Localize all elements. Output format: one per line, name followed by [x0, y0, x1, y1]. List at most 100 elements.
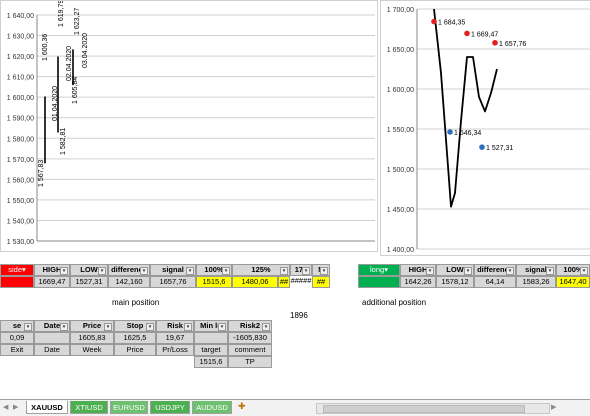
risk-row1-3[interactable]: 1625,5 — [114, 332, 156, 344]
risk-row2-1[interactable]: Date — [34, 344, 70, 356]
add-header-1[interactable]: HIGH ▾ — [400, 264, 436, 276]
add-header-2[interactable]: LOW ▾ — [436, 264, 474, 276]
risk-row1-4[interactable]: 19,67 — [156, 332, 194, 344]
risk-header-0[interactable]: se ▾ — [0, 320, 34, 332]
left-y-tick-label: 1 600,00 — [7, 95, 34, 102]
risk-row1-1[interactable] — [34, 332, 70, 344]
scroll-right-arrow-icon[interactable]: ▶ — [551, 403, 556, 411]
main-header-8[interactable]: N▾ — [312, 264, 330, 276]
filter-dropdown-icon[interactable]: ▾ — [280, 267, 288, 275]
filter-dropdown-icon[interactable]: ▾ — [22, 265, 26, 274]
left-candle-label: 1 600,36 — [42, 34, 49, 61]
risk-row3-6[interactable]: TP — [228, 356, 272, 368]
filter-dropdown-icon[interactable]: ▾ — [186, 267, 194, 275]
risk-row3-5[interactable]: 1515,6 — [194, 356, 228, 368]
tab-eurusd[interactable]: EURUSD — [110, 401, 148, 414]
filter-dropdown-icon[interactable]: ▾ — [24, 323, 32, 331]
filter-dropdown-icon[interactable]: ▾ — [506, 267, 514, 275]
scrollbar-thumb[interactable] — [323, 405, 525, 413]
filter-dropdown-icon[interactable]: ▾ — [426, 267, 434, 275]
risk-row1-0[interactable]: 0,09 — [0, 332, 34, 344]
risk-row2-4[interactable]: Pr/Loss — [156, 344, 194, 356]
filter-dropdown-icon[interactable]: ▾ — [302, 267, 310, 275]
value-1896[interactable]: 1896 — [290, 311, 308, 320]
risk-row1-6[interactable]: -1605,830 — [228, 332, 272, 344]
tab-audusd[interactable]: AUDUSD — [192, 401, 232, 414]
left-candle-label: 1 567,83 — [38, 160, 45, 187]
horizontal-scrollbar[interactable] — [316, 403, 550, 414]
risk-header-1[interactable]: Date ▾ — [34, 320, 70, 332]
left-chart[interactable]: 1 640,00 1 630,00 1 620,00 1 610,00 1 600,00… — [0, 0, 378, 252]
main-value-3[interactable]: 142,160 — [108, 276, 150, 288]
main-value-7[interactable]: ## — [278, 276, 290, 288]
risk-header-6[interactable]: Risk2 ▾ — [228, 320, 272, 332]
filter-dropdown-icon[interactable]: ▾ — [184, 323, 192, 331]
main-value-6[interactable]: 1480,06 — [232, 276, 278, 288]
filter-dropdown-icon[interactable]: ▾ — [546, 267, 554, 275]
add-value-0[interactable] — [358, 276, 400, 288]
main-value-8[interactable]: ##### — [290, 276, 312, 288]
add-value-4[interactable]: 1583,26 — [516, 276, 556, 288]
add-header-5[interactable]: 100% ▾ — [556, 264, 590, 276]
filter-dropdown-icon[interactable]: ▾ — [262, 323, 270, 331]
risk-header-3[interactable]: Stop ▾ — [114, 320, 156, 332]
chart-point-label: 1 669,47 — [471, 31, 498, 38]
risk-row2-0[interactable]: Exit — [0, 344, 34, 356]
tab-scroll-left-icon[interactable]: ◀ — [3, 403, 8, 411]
add-header-4[interactable]: signal ▾ — [516, 264, 556, 276]
right-y-tick-label: 1 500,00 — [387, 167, 414, 174]
add-sheet-icon[interactable]: ✚ — [238, 401, 250, 413]
filter-dropdown-icon[interactable]: ▾ — [222, 267, 230, 275]
risk-row2-6[interactable]: comment — [228, 344, 272, 356]
chart-point-label: 1 657,76 — [499, 41, 526, 48]
filter-dropdown-icon[interactable]: ▾ — [60, 323, 68, 331]
filter-dropdown-icon[interactable]: ▾ — [320, 267, 328, 275]
risk-row2-2[interactable]: Week — [70, 344, 114, 356]
tab-usdjpy[interactable]: USDJPY — [150, 401, 190, 414]
add-value-3[interactable]: 64,14 — [474, 276, 516, 288]
add-header-0[interactable]: long▾ — [358, 264, 400, 276]
main-header-0[interactable]: side▾ — [0, 264, 34, 276]
tab-scroll-right-icon[interactable]: ▶ — [13, 403, 18, 411]
main-header-7[interactable]: 175 ▾ — [290, 264, 312, 276]
filter-dropdown-icon[interactable]: ▾ — [384, 265, 388, 274]
left-candle-label: 1 619,79 — [58, 1, 65, 27]
risk-row1-5[interactable] — [194, 332, 228, 344]
filter-dropdown-icon[interactable]: ▾ — [140, 267, 148, 275]
tab-xauusd[interactable]: XAUUSD — [26, 401, 68, 414]
add-value-2[interactable]: 1578,12 — [436, 276, 474, 288]
risk-row2-3[interactable]: Price — [114, 344, 156, 356]
filter-dropdown-icon[interactable]: ▾ — [60, 267, 68, 275]
filter-dropdown-icon[interactable]: ▾ — [218, 323, 226, 331]
filter-dropdown-icon[interactable]: ▾ — [104, 323, 112, 331]
main-header-5[interactable]: 100% ▾ — [196, 264, 232, 276]
main-header-6[interactable]: 125% ▾ — [232, 264, 290, 276]
add-value-1[interactable]: 1642,26 — [400, 276, 436, 288]
filter-dropdown-icon[interactable]: ▾ — [98, 267, 106, 275]
main-value-5[interactable]: 1515,6 — [196, 276, 232, 288]
filter-dropdown-icon[interactable]: ▾ — [580, 267, 588, 275]
risk-row2-5[interactable]: target — [194, 344, 228, 356]
add-header-3[interactable]: difference ▾ — [474, 264, 516, 276]
tab-xtiusd[interactable]: XTIUSD — [70, 401, 108, 414]
main-header-2[interactable]: LOW ▾ — [70, 264, 108, 276]
left-y-tick-label: 1 540,00 — [7, 218, 34, 225]
right-chart[interactable]: 1 700,00 1 650,00 1 600,00 1 550,00 1 500,00… — [380, 0, 590, 256]
main-header-4[interactable]: signal ▾ — [150, 264, 196, 276]
left-candle-label: 1 582,81 — [60, 128, 67, 155]
main-value-9[interactable]: ## — [312, 276, 330, 288]
main-value-4[interactable]: 1657,76 — [150, 276, 196, 288]
main-value-2[interactable]: 1527,31 — [70, 276, 108, 288]
add-value-5[interactable]: 1647,40 — [556, 276, 590, 288]
risk-header-5[interactable]: Min lo ▾ — [194, 320, 228, 332]
main-header-1[interactable]: HIGH ▾ — [34, 264, 70, 276]
main-value-0[interactable] — [0, 276, 34, 288]
main-header-3[interactable]: difference ▾ — [108, 264, 150, 276]
risk-row1-2[interactable]: 1605,83 — [70, 332, 114, 344]
risk-header-2[interactable]: Price ▾ — [70, 320, 114, 332]
filter-dropdown-icon[interactable]: ▾ — [464, 267, 472, 275]
risk-header-4[interactable]: Risk ▾ — [156, 320, 194, 332]
main-value-1[interactable]: 1669,47 — [34, 276, 70, 288]
filter-dropdown-icon[interactable]: ▾ — [146, 323, 154, 331]
left-candle-label: 02.04.2020 — [66, 46, 73, 81]
